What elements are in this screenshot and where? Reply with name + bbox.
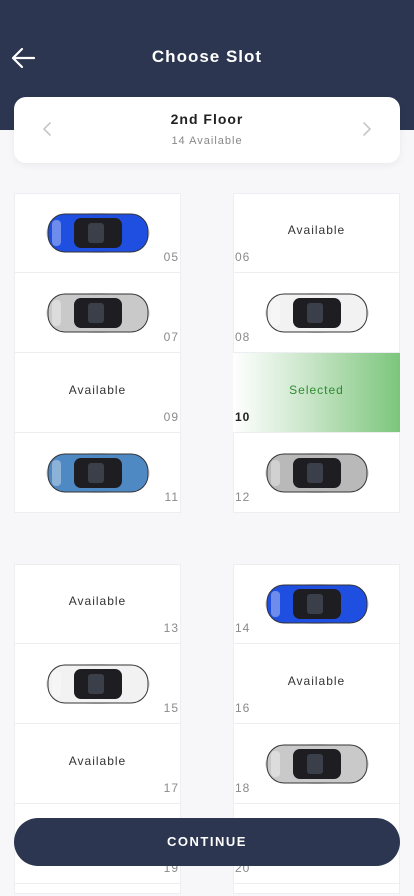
parking-slot[interactable]: 18 <box>233 724 400 804</box>
slot-number: 17 <box>163 781 179 795</box>
car-icon <box>265 293 369 333</box>
slot-number: 06 <box>235 250 251 264</box>
parking-slot[interactable]: Available 16 <box>233 644 400 724</box>
parking-slot[interactable]: Selected 10 <box>233 353 400 433</box>
car-icon <box>46 293 150 333</box>
parking-slot[interactable]: Available 17 <box>14 724 181 804</box>
slot-number: 15 <box>163 701 179 715</box>
parking-slot[interactable]: 12 <box>233 433 400 513</box>
car-icon <box>265 744 369 784</box>
slot-number: 05 <box>163 250 179 264</box>
slot-available-label: Available <box>68 594 127 608</box>
parking-slot[interactable]: Available 13 <box>14 564 181 644</box>
slot-selected-label: Selected <box>289 383 344 397</box>
continue-button[interactable]: CONTINUE <box>14 818 400 866</box>
parking-slot[interactable]: 11 <box>14 433 181 513</box>
car-icon <box>265 453 369 493</box>
parking-slot[interactable]: Available 09 <box>14 353 181 433</box>
slot-available-label: Available <box>68 754 127 768</box>
car-icon <box>46 213 150 253</box>
page-title: Choose Slot <box>151 47 263 66</box>
floor-selector: 2nd Floor 14 Available <box>14 97 400 163</box>
slot-number: 08 <box>235 330 251 344</box>
slot-number: 07 <box>163 330 179 344</box>
slot-number: 09 <box>163 410 179 424</box>
slot-number: 13 <box>163 621 179 635</box>
slot-available-label: Available <box>287 223 346 237</box>
slot-number: 16 <box>235 701 251 715</box>
floor-available-count: 14 Available <box>171 135 243 147</box>
slot-number: 10 <box>235 410 251 424</box>
car-icon <box>46 453 150 493</box>
parking-slot[interactable]: 07 <box>14 273 181 353</box>
parking-slot[interactable]: Available 06 <box>233 193 400 273</box>
parking-slot[interactable]: 05 <box>14 193 181 273</box>
slot-available-label: Available <box>287 674 346 688</box>
slot-number: 11 <box>164 490 179 504</box>
chevron-right-icon[interactable] <box>356 119 376 139</box>
parking-slot[interactable]: 15 <box>14 644 181 724</box>
car-icon <box>46 664 150 704</box>
slot-number: 18 <box>235 781 251 795</box>
floor-name: 2nd Floor <box>170 111 244 127</box>
parking-slot[interactable]: 08 <box>233 273 400 353</box>
slot-number: 14 <box>235 621 251 635</box>
parking-slot[interactable]: 14 <box>233 564 400 644</box>
slot-number: 12 <box>235 490 251 504</box>
car-icon <box>265 584 369 624</box>
slot-available-label: Available <box>68 383 127 397</box>
